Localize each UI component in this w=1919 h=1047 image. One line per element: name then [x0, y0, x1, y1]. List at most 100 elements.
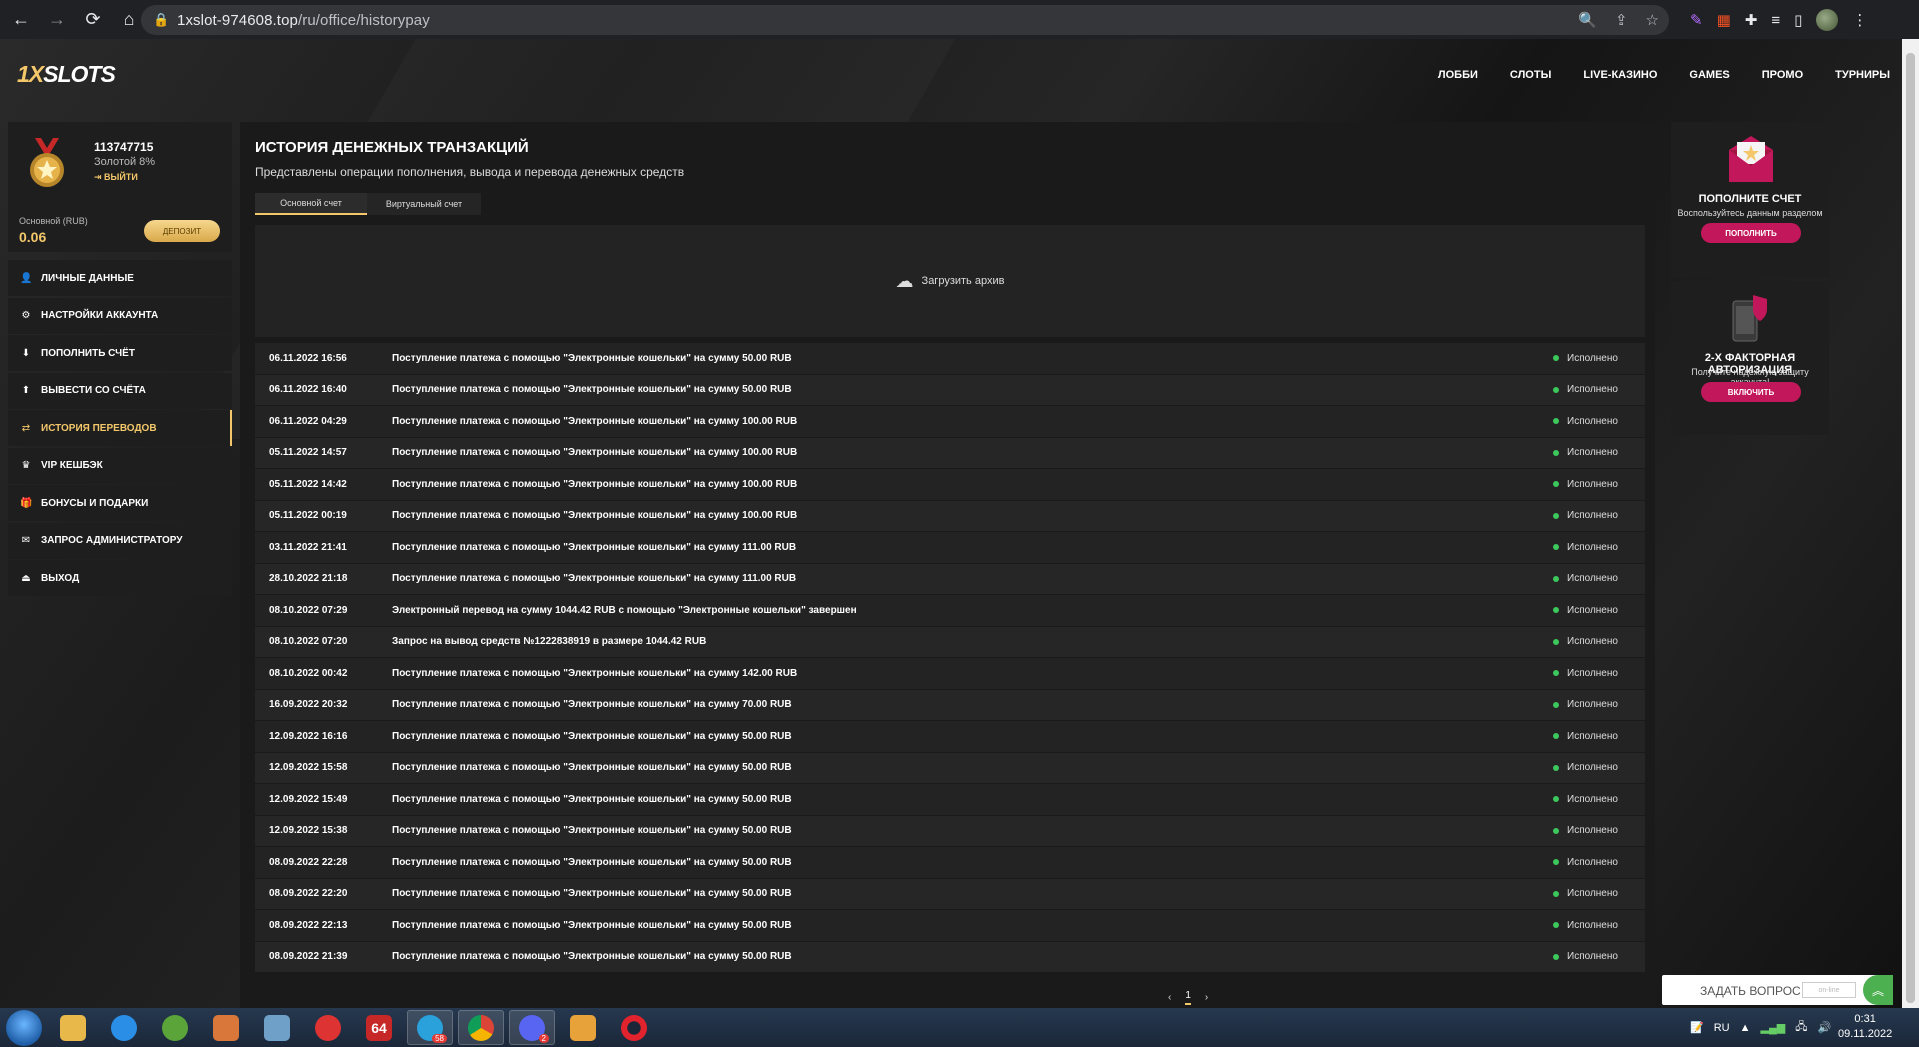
- pen-extension-icon[interactable]: ✎: [1690, 11, 1703, 29]
- puzzle-extensions-icon[interactable]: ✚: [1745, 11, 1758, 29]
- volume-icon[interactable]: 🔊: [1817, 1021, 1831, 1034]
- nav-live-casino[interactable]: LIVE-КАЗИНО: [1583, 69, 1657, 81]
- transaction-date: 06.11.2022 16:40: [269, 384, 347, 396]
- control-panel-icon[interactable]: [254, 1010, 300, 1045]
- nav-games[interactable]: GAMES: [1689, 69, 1729, 81]
- nav-promo[interactable]: ПРОМО: [1762, 69, 1803, 81]
- transaction-date: 05.11.2022 00:19: [269, 510, 347, 522]
- signal-icon[interactable]: ▂▄▆: [1760, 1021, 1785, 1034]
- status-badge: Исполнено: [1553, 825, 1618, 836]
- utorrent-icon[interactable]: [152, 1010, 198, 1045]
- tray-expand-icon[interactable]: ▲: [1740, 1022, 1751, 1034]
- mail-icon: ✉: [21, 535, 31, 546]
- status-badge: Исполнено: [1553, 920, 1618, 931]
- forward-icon[interactable]: →: [42, 5, 72, 35]
- nav-slots[interactable]: СЛОТЫ: [1510, 69, 1551, 81]
- reload-icon[interactable]: ⟳: [78, 5, 108, 35]
- home-icon[interactable]: ⌂: [114, 5, 144, 35]
- chrome-icon[interactable]: [458, 1010, 504, 1045]
- media-player-icon[interactable]: [203, 1010, 249, 1045]
- pagination: ‹ 1 ›: [1168, 990, 1208, 1005]
- sidebar-item-mail[interactable]: ✉ ЗАПРОС АДМИНИСТРАТОРУ: [8, 522, 232, 559]
- language-indicator[interactable]: RU: [1714, 1022, 1730, 1034]
- site-logo[interactable]: 1XSLOTS: [17, 61, 116, 88]
- support-chat-widget[interactable]: ЗАДАТЬ ВОПРОС on-line ︽: [1662, 975, 1893, 1005]
- telegram-icon[interactable]: 58: [407, 1010, 453, 1045]
- address-bar[interactable]: 🔒 1xslot-974608.top/ru/office/historypay…: [141, 5, 1669, 35]
- status-dot-icon: [1553, 953, 1559, 960]
- transaction-description: Поступление платежа с помощью "Электронн…: [392, 919, 792, 931]
- account-tabs: Основной счет Виртуальный счет: [255, 193, 481, 215]
- main-panel: ИСТОРИЯ ДЕНЕЖНЫХ ТРАНЗАКЦИЙ Представлены…: [240, 122, 1655, 1008]
- network-icon[interactable]: 🖧: [1795, 1018, 1807, 1037]
- sidebar-item-label: ВЫХОД: [41, 572, 80, 584]
- sidebar-item-gear[interactable]: ⚙ НАСТРОЙКИ АККАУНТА: [8, 297, 232, 334]
- profile-avatar-icon[interactable]: [1816, 9, 1839, 31]
- notes-icon[interactable]: 📝: [1690, 1021, 1704, 1034]
- sidebar-item-user[interactable]: 👤 ЛИЧНЫЕ ДАННЫЕ: [8, 260, 232, 296]
- status-badge: Исполнено: [1553, 951, 1618, 962]
- menu-kebab-icon[interactable]: ⋮: [1852, 11, 1867, 29]
- transaction-date: 12.09.2022 15:58: [269, 762, 348, 774]
- share-icon[interactable]: ⇪: [1615, 11, 1628, 29]
- chevron-up-icon[interactable]: ︽: [1863, 975, 1893, 1005]
- system-clock[interactable]: 0:31 09.11.2022: [1838, 1012, 1892, 1042]
- promo-deposit-button[interactable]: ПОПОЛНИТЬ: [1701, 223, 1801, 243]
- gear-icon: ⚙: [21, 310, 31, 321]
- sidebar-item-exit[interactable]: ⏏ ВЫХОД: [8, 560, 232, 596]
- zoom-icon[interactable]: 🔍: [1578, 11, 1597, 29]
- page-number-current[interactable]: 1: [1185, 990, 1191, 1005]
- status-dot-icon: [1553, 355, 1559, 362]
- medal-icon: [30, 138, 64, 187]
- page-scrollbar[interactable]: [1902, 39, 1919, 1008]
- next-page-icon[interactable]: ›: [1205, 992, 1208, 1003]
- discord-badge: 2: [538, 1034, 549, 1043]
- office-extension-icon[interactable]: ▦: [1717, 11, 1731, 29]
- prev-page-icon[interactable]: ‹: [1168, 992, 1171, 1003]
- back-icon[interactable]: ←: [6, 5, 36, 35]
- dlink-icon[interactable]: [560, 1010, 606, 1045]
- explorer-icon[interactable]: [50, 1010, 96, 1045]
- tab-main-account[interactable]: Основной счет: [255, 193, 367, 215]
- url-text[interactable]: 1xslot-974608.top/ru/office/historypay: [177, 12, 430, 29]
- media-control-icon[interactable]: ≡: [1771, 12, 1780, 29]
- sidebar-item-crown[interactable]: ♛ VIP КЕШБЭК: [8, 447, 232, 484]
- page-title: ИСТОРИЯ ДЕНЕЖНЫХ ТРАНЗАКЦИЙ: [255, 139, 529, 156]
- logout-link[interactable]: ⇥ ВЫЙТИ: [94, 172, 138, 183]
- site-header: 1XSLOTS ЛОББИ СЛОТЫ LIVE-КАЗИНО GAMES ПР…: [0, 39, 1902, 114]
- transaction-date: 06.11.2022 16:56: [269, 352, 347, 364]
- sidebar-item-upload[interactable]: ⬆ ВЫВЕСТИ СО СЧЁТА: [8, 372, 232, 409]
- nav-tournaments[interactable]: ТУРНИРЫ: [1835, 69, 1890, 81]
- phone-shield-icon: [1732, 295, 1767, 342]
- crown-icon: ♛: [21, 460, 31, 471]
- sidepanel-icon[interactable]: ▯: [1794, 11, 1802, 29]
- ccleaner-icon[interactable]: [305, 1010, 351, 1045]
- status-dot-icon: [1553, 733, 1559, 740]
- download-archive-button[interactable]: ☁ Загрузить архив: [255, 225, 1645, 337]
- transaction-description: Поступление платежа с помощью "Электронн…: [392, 447, 798, 459]
- transfer-icon: ⇄: [21, 422, 31, 434]
- sidebar-item-transfer[interactable]: ⇄ ИСТОРИЯ ПЕРЕВОДОВ: [8, 410, 232, 446]
- table-row: 12.09.2022 16:16 Поступление платежа с по…: [255, 721, 1645, 753]
- status-badge: Исполнено: [1553, 731, 1618, 742]
- sidebar-item-gift[interactable]: 🎁 БОНУСЫ И ПОДАРКИ: [8, 485, 232, 521]
- bookmark-star-icon[interactable]: ☆: [1646, 11, 1659, 29]
- status-badge: Исполнено: [1553, 699, 1618, 710]
- promo-2fa-button[interactable]: ВКЛЮЧИТЬ: [1701, 382, 1801, 402]
- sidebar-item-download[interactable]: ⬇ ПОПОЛНИТЬ СЧЁТ: [8, 335, 232, 371]
- transaction-date: 12.09.2022 15:49: [269, 793, 348, 805]
- discord-icon[interactable]: 2: [509, 1010, 555, 1045]
- nav-lobby[interactable]: ЛОББИ: [1438, 69, 1478, 81]
- table-row: 12.09.2022 15:49 Поступление платежа с по…: [255, 784, 1645, 816]
- scrollbar-thumb[interactable]: [1906, 53, 1915, 1003]
- status-dot-icon: [1553, 449, 1559, 456]
- status-text: Исполнено: [1567, 636, 1618, 648]
- opera-icon[interactable]: [611, 1010, 657, 1045]
- aida64-icon[interactable]: 64: [356, 1010, 402, 1045]
- status-text: Исполнено: [1567, 793, 1618, 805]
- start-button[interactable]: [6, 1010, 42, 1046]
- deposit-button[interactable]: ДЕПОЗИТ: [144, 220, 220, 242]
- internet-explorer-icon[interactable]: [101, 1010, 147, 1045]
- download-icon: ⬇: [21, 347, 31, 359]
- tab-virtual-account[interactable]: Виртуальный счет: [367, 193, 481, 215]
